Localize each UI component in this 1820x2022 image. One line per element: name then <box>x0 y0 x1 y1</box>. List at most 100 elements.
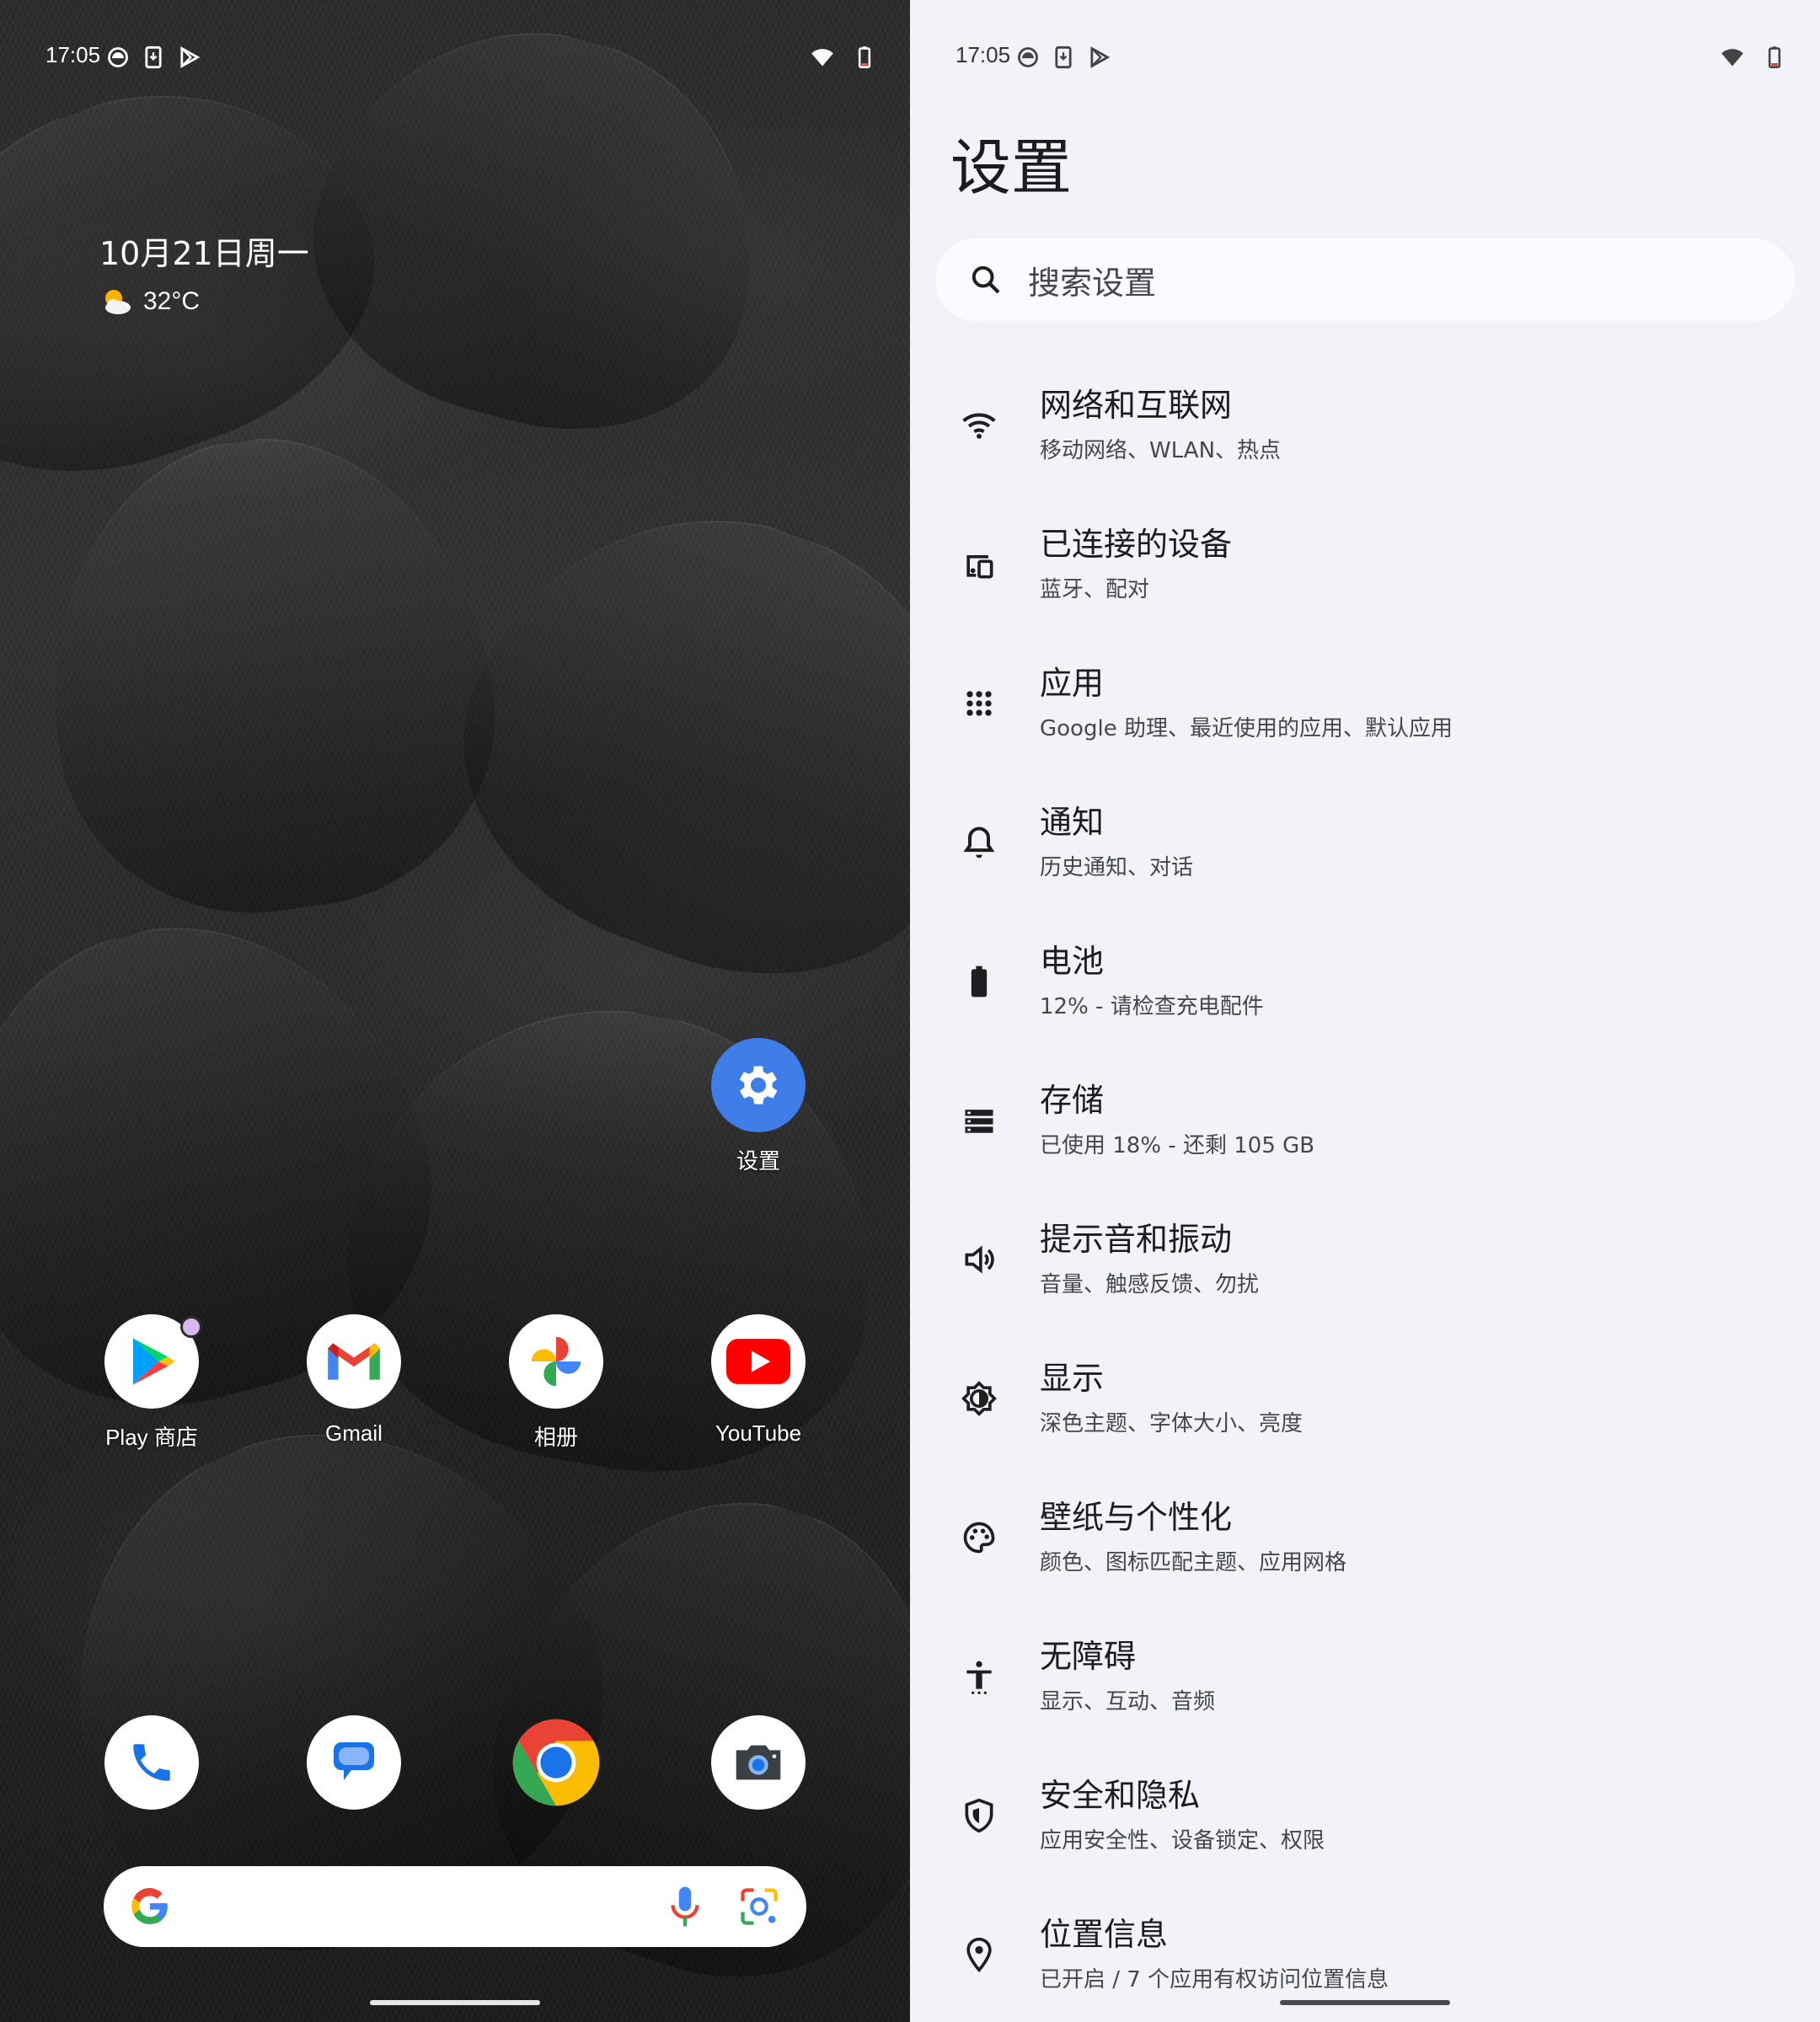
battery-icon <box>961 963 998 1000</box>
phone-icon <box>104 1715 199 1810</box>
app-label: 相册 <box>533 1425 578 1450</box>
battery-status-icon <box>853 45 876 69</box>
accessibility-icon <box>961 1658 998 1695</box>
volume-icon <box>961 1241 998 1278</box>
app-label: Play 商店 <box>105 1425 198 1450</box>
dock-camera[interactable] <box>674 1715 843 1810</box>
item-title: 无障碍 <box>1040 1638 1137 1676</box>
gesture-navigation-bar[interactable] <box>1280 2000 1450 2005</box>
settings-search-bar[interactable]: 搜索设置 <box>935 238 1795 321</box>
brightness-icon <box>961 1380 998 1417</box>
item-title: 已连接的设备 <box>1040 526 1233 564</box>
dock-messages[interactable] <box>270 1715 438 1810</box>
home-screen: 17:05 10月21日周一 32°C 设置 Play 商店 Gmail 相册 … <box>0 0 910 2022</box>
weather-widget[interactable]: 32°C <box>99 285 200 318</box>
storage-icon <box>961 1102 998 1139</box>
sync-icon <box>106 45 130 69</box>
search-placeholder: 搜索设置 <box>1028 264 1157 302</box>
gmail-icon <box>307 1314 401 1409</box>
chrome-icon <box>509 1715 603 1810</box>
play-store-icon <box>104 1314 202 1409</box>
item-subtitle: 历史通知、对话 <box>1040 854 1194 880</box>
status-time: 17:05 <box>956 42 1011 67</box>
item-title: 电池 <box>1040 943 1105 981</box>
settings-item-network[interactable]: 网络和互联网移动网络、WLAN、热点 <box>910 356 1820 495</box>
settings-item-accessibility[interactable]: 无障碍显示、互动、音频 <box>910 1607 1820 1746</box>
status-bar: 17:05 <box>910 0 1820 114</box>
settings-item-notifications[interactable]: 通知 历史通知、对话 <box>910 773 1820 912</box>
settings-item-apps[interactable]: 应用 Google 助理、最近使用的应用、默认应用 <box>910 634 1820 773</box>
settings-item-sound[interactable]: 提示音和振动音量、触感反馈、勿扰 <box>910 1190 1820 1329</box>
messages-icon <box>307 1715 401 1810</box>
item-subtitle: 应用安全性、设备锁定、权限 <box>1040 1827 1325 1854</box>
app-label: Gmail <box>325 1420 383 1446</box>
settings-item-connected-devices[interactable]: 已连接的设备蓝牙、配对 <box>910 495 1820 634</box>
location-icon <box>961 1936 998 1973</box>
wallpaper-feather <box>412 449 910 1034</box>
partly-cloudy-icon <box>99 285 133 318</box>
dock-phone[interactable] <box>67 1715 236 1810</box>
settings-item-battery[interactable]: 电池 12% - 请检查充电配件 <box>910 912 1820 1051</box>
item-title: 存储 <box>1040 1082 1105 1120</box>
app-label: YouTube <box>715 1420 802 1446</box>
youtube-icon <box>711 1314 806 1409</box>
search-icon <box>969 263 1003 297</box>
download-icon <box>142 45 165 69</box>
download-icon <box>1052 45 1075 69</box>
item-title: 应用 <box>1040 665 1105 703</box>
item-title: 提示音和振动 <box>1040 1221 1233 1259</box>
settings-item-security-privacy[interactable]: 安全和隐私 应用安全性、设备锁定、权限 <box>910 1746 1820 1885</box>
apps-icon <box>961 685 998 722</box>
shield-icon <box>961 1797 998 1834</box>
item-subtitle: 显示、互动、音频 <box>1040 1688 1216 1714</box>
wifi-status-icon <box>811 45 834 69</box>
wallpaper-feather <box>19 409 520 939</box>
wifi-icon <box>961 407 998 444</box>
dock-chrome[interactable] <box>472 1715 640 1810</box>
item-title: 通知 <box>1040 804 1105 842</box>
item-title: 壁纸与个性化 <box>1040 1499 1233 1537</box>
item-subtitle: 已使用 18% - 还剩 105 GB <box>1040 1132 1315 1158</box>
settings-item-display[interactable]: 显示深色主题、字体大小、亮度 <box>910 1329 1820 1468</box>
play-notification-icon <box>1087 45 1111 69</box>
app-photos[interactable]: 相册 <box>472 1314 640 1452</box>
google-lens-icon[interactable] <box>737 1885 781 1928</box>
wifi-status-icon <box>1721 45 1744 69</box>
date-widget[interactable]: 10月21日周一 <box>99 227 309 274</box>
camera-icon <box>711 1715 806 1810</box>
item-subtitle: 音量、触感反馈、勿扰 <box>1040 1271 1260 1297</box>
item-subtitle: 颜色、图标匹配主题、应用网格 <box>1040 1549 1347 1575</box>
photos-icon <box>509 1314 603 1409</box>
play-notification-icon <box>177 45 201 69</box>
devices-icon <box>961 546 998 583</box>
settings-list: 网络和互联网移动网络、WLAN、热点 已连接的设备蓝牙、配对 应用 Google … <box>910 356 1820 2022</box>
settings-item-wallpaper[interactable]: 壁纸与个性化颜色、图标匹配主题、应用网格 <box>910 1468 1820 1607</box>
app-label: 设置 <box>736 1148 780 1174</box>
bell-icon <box>961 824 998 861</box>
app-gmail[interactable]: Gmail <box>270 1314 438 1447</box>
status-bar: 17:05 <box>0 0 910 114</box>
item-title: 显示 <box>1040 1360 1105 1398</box>
google-search-bar[interactable] <box>104 1866 806 1947</box>
status-time: 17:05 <box>46 42 101 67</box>
settings-item-storage[interactable]: 存储已使用 18% - 还剩 105 GB <box>910 1051 1820 1190</box>
app-settings[interactable]: 设置 <box>674 1038 843 1175</box>
app-youtube[interactable]: YouTube <box>674 1314 843 1447</box>
item-subtitle: 深色主题、字体大小、亮度 <box>1040 1410 1303 1436</box>
gesture-navigation-bar[interactable] <box>370 2000 540 2005</box>
item-subtitle: 移动网络、WLAN、热点 <box>1040 437 1282 463</box>
item-subtitle: 蓝牙、配对 <box>1040 576 1150 602</box>
settings-gear-icon <box>711 1038 806 1132</box>
item-title: 网络和互联网 <box>1040 387 1233 425</box>
sync-icon <box>1016 45 1040 69</box>
item-subtitle: Google 助理、最近使用的应用、默认应用 <box>1040 715 1453 741</box>
item-title: 位置信息 <box>1040 1916 1169 1954</box>
microphone-icon[interactable] <box>666 1884 704 1929</box>
settings-screen: 17:05 设置 搜索设置 网络和互联网移动网络、WLAN、热点 已连接的设备蓝… <box>910 0 1820 2022</box>
item-subtitle: 12% - 请检查充电配件 <box>1040 993 1264 1019</box>
app-play-store[interactable]: Play 商店 <box>67 1314 236 1452</box>
item-subtitle: 已开启 / 7 个应用有权访问位置信息 <box>1040 1966 1389 1993</box>
page-title: 设置 <box>950 132 1073 203</box>
temperature: 32°C <box>143 287 201 315</box>
notification-dot <box>180 1316 202 1338</box>
